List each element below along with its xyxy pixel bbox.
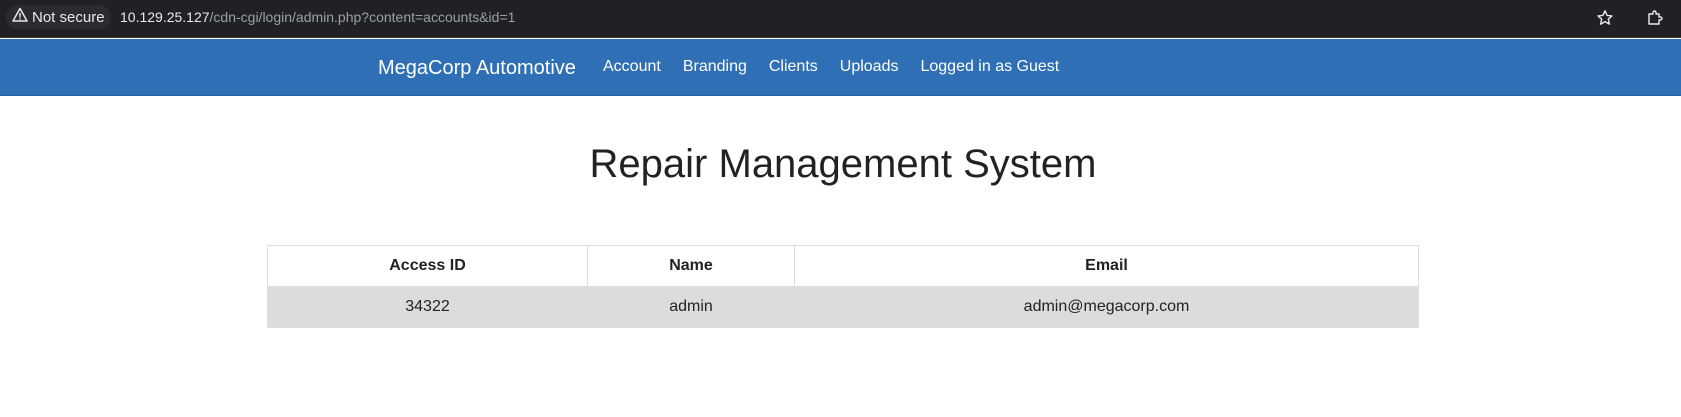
nav-account[interactable]: Account	[603, 58, 661, 76]
cell-email: admin@megacorp.com	[794, 286, 1419, 328]
url-field[interactable]: 10.129.25.127/cdn-cgi/login/admin.php?co…	[120, 9, 515, 25]
cell-access-id: 34322	[267, 286, 588, 328]
accounts-table: Access ID Name Email 34322 admin admin@m…	[267, 245, 1419, 328]
cell-name: admin	[587, 286, 795, 328]
extensions-icon[interactable]	[1645, 8, 1665, 28]
column-header-access-id: Access ID	[267, 245, 588, 287]
brand-link[interactable]: MegaCorp Automotive	[378, 57, 576, 80]
table-row: 34322 admin admin@megacorp.com	[267, 286, 1419, 328]
nav-branding[interactable]: Branding	[683, 58, 747, 76]
column-header-email: Email	[794, 245, 1419, 287]
nav-uploads[interactable]: Uploads	[840, 58, 899, 76]
table-header-row: Access ID Name Email	[267, 245, 1419, 287]
page-title: Repair Management System	[589, 142, 1097, 186]
site-navbar: MegaCorp Automotive Account Branding Cli…	[0, 39, 1681, 96]
security-label: Not secure	[32, 8, 105, 26]
url-host: 10.129.25.127	[120, 9, 210, 25]
column-header-name: Name	[587, 245, 795, 287]
security-indicator[interactable]: Not secure	[6, 5, 111, 29]
url-path: /cdn-cgi/login/admin.php?content=account…	[209, 9, 516, 25]
nav-links: Account Branding Clients Uploads Logged …	[603, 58, 1059, 76]
bookmark-star-icon[interactable]	[1595, 8, 1615, 28]
nav-clients[interactable]: Clients	[769, 58, 818, 76]
browser-address-bar: Not secure 10.129.25.127/cdn-cgi/login/a…	[0, 0, 1681, 38]
warning-icon	[12, 7, 28, 27]
nav-logged-in-user[interactable]: Logged in as Guest	[920, 58, 1059, 76]
